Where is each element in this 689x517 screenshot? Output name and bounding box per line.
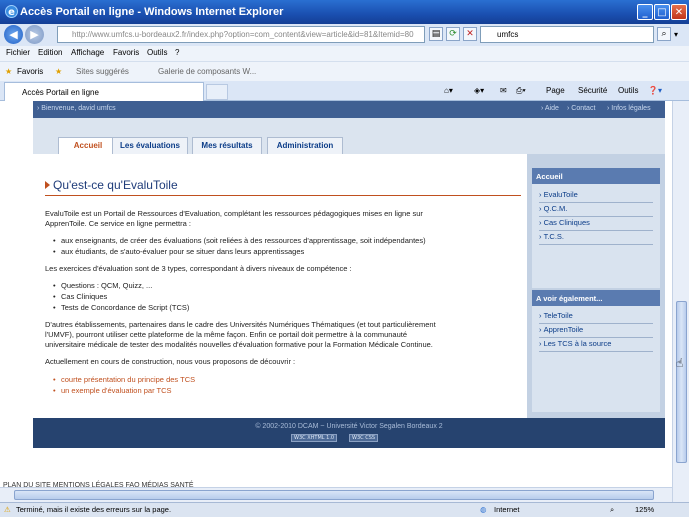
intro-line-1: EvaluToile est un Portail de Ressources …	[45, 209, 423, 218]
site-footer: © 2002-2010 DCAM ~ Université Victor Seg…	[33, 418, 665, 448]
refresh-button[interactable]: ⟳	[446, 27, 460, 41]
tab-resultats[interactable]: Mes résultats	[192, 137, 262, 154]
main-content: Qu'est-ce qu'EvaluToile EvaluToile est u…	[33, 154, 527, 418]
menu-affichage[interactable]: Affichage	[71, 48, 104, 57]
window-titlebar: e Accès Portail en ligne - Windows Inter…	[0, 0, 689, 24]
heading-divider	[45, 195, 521, 196]
maximize-button[interactable]: □	[654, 4, 670, 20]
browser-tab[interactable]: Accès Portail en ligne	[4, 82, 204, 101]
intro-item-1: aux enseignants, de créer des évaluation…	[53, 236, 426, 245]
print-icon[interactable]: ⎙▾	[516, 86, 526, 96]
intro-line-2: ApprenToile. Ce service en ligne permett…	[45, 219, 191, 228]
page-title: Qu'est-ce qu'EvaluToile	[53, 178, 178, 192]
horizontal-scroll-thumb[interactable]	[14, 490, 654, 500]
construction-text: Actuellement en cours de construction, n…	[45, 357, 296, 366]
warning-icon[interactable]: ⚠	[4, 505, 11, 514]
horizontal-scrollbar[interactable]	[0, 487, 672, 502]
zoom-icon: ⌕	[610, 505, 615, 514]
status-message: Terminé, mais il existe des erreurs sur …	[16, 505, 172, 514]
tab-accueil[interactable]: Accueil	[58, 137, 118, 154]
type-item-2: Cas Cliniques	[53, 292, 107, 301]
vertical-scrollbar[interactable]	[672, 101, 689, 502]
mouse-cursor-icon: ☝	[676, 356, 684, 370]
tcs-example-link[interactable]: un exemple d'évaluation par TCS	[53, 386, 171, 395]
internet-zone-icon: ◍	[480, 505, 487, 514]
help-icon[interactable]: ❓▾	[648, 86, 662, 95]
sidebar-item-evalutoile[interactable]: EvaluToile	[539, 190, 653, 203]
sidebar-item-tcs-source[interactable]: Les TCS à la source	[539, 339, 653, 352]
stop-button[interactable]: ✕	[463, 27, 477, 41]
tab-administration[interactable]: Administration	[267, 137, 343, 154]
window-title: Accès Portail en ligne - Windows Interne…	[20, 6, 284, 18]
favorites-star-icon: ★	[5, 67, 13, 76]
sidebar-item-qcm[interactable]: Q.C.M.	[539, 204, 653, 217]
contact-link[interactable]: › Contact	[567, 105, 595, 112]
partners-line-2: l'UMVF), pourront utiliser cette platefo…	[45, 330, 408, 339]
security-menu[interactable]: Sécurité	[578, 86, 607, 95]
menu-outils[interactable]: Outils	[147, 48, 167, 57]
search-input[interactable]: umfcs	[480, 26, 654, 43]
welcome-text: › Bienvenue, david umfcs	[37, 105, 116, 112]
status-bar: ⚠ Terminé, mais il existe des erreurs su…	[0, 502, 689, 517]
page-viewport: › Bienvenue, david umfcs › Aide › Contac…	[0, 101, 672, 502]
minimize-button[interactable]: _	[637, 4, 653, 20]
sidebar-item-tcs[interactable]: T.C.S.	[539, 232, 653, 245]
zoom-level[interactable]: 125%	[635, 505, 654, 514]
tab-evaluations[interactable]: Les évaluations	[112, 137, 188, 154]
tcs-presentation-link[interactable]: courte présentation du principe des TCS	[53, 375, 195, 384]
site-topbar: › Bienvenue, david umfcs › Aide › Contac…	[33, 101, 665, 118]
tab-bar: Accès Portail en ligne ⌂▾ ◈▾ ✉ ⎙▾ Page S…	[0, 81, 689, 101]
security-zone: Internet	[494, 505, 520, 514]
partners-line-1: D'autres établissements, partenaires dan…	[45, 320, 436, 329]
site-container: › Bienvenue, david umfcs › Aide › Contac…	[33, 101, 665, 448]
add-favorite-icon[interactable]: ★	[55, 67, 62, 76]
menu-favoris[interactable]: Favoris	[113, 48, 139, 57]
compat-view-button[interactable]: ▤	[429, 27, 443, 41]
web-slice-gallery-link[interactable]: Galerie de composants W...	[158, 67, 256, 76]
address-url: http://www.umfcs.u-bordeaux2.fr/index.ph…	[72, 30, 414, 39]
address-toolbar: ◀ ▶ http://www.umfcs.u-bordeaux2.fr/inde…	[0, 24, 689, 46]
sidebar-item-apprentoile[interactable]: ApprenToile	[539, 325, 653, 338]
home-icon[interactable]: ⌂▾	[444, 86, 453, 95]
tools-menu[interactable]: Outils	[618, 86, 638, 95]
sidebar-accueil-title: Accueil	[532, 168, 660, 184]
new-tab-button[interactable]	[206, 84, 228, 100]
browser-tab-label: Accès Portail en ligne	[22, 88, 99, 97]
w3c-css-badge[interactable]: W3C CSS	[349, 434, 379, 442]
heading-bullet-icon	[45, 181, 50, 189]
type-item-3: Tests de Concordance de Script (TCS)	[53, 303, 189, 312]
search-text: umfcs	[497, 30, 519, 39]
forward-button[interactable]: ▶	[25, 25, 44, 44]
sidebar-item-teletoile[interactable]: TeleToile	[539, 311, 653, 324]
help-link[interactable]: › Aide	[541, 105, 559, 112]
back-button[interactable]: ◀	[4, 25, 23, 44]
suggested-sites-link[interactable]: Sites suggérés	[76, 67, 129, 76]
vertical-scroll-thumb[interactable]	[676, 301, 687, 463]
search-icon[interactable]: ⌕	[657, 27, 671, 41]
favorites-button[interactable]: Favoris	[17, 67, 43, 76]
search-options-icon[interactable]: ▾	[674, 30, 678, 39]
site-tabs: Accueil Les évaluations Mes résultats Ad…	[33, 118, 665, 154]
feeds-icon[interactable]: ◈▾	[474, 86, 484, 95]
mail-icon[interactable]: ✉	[500, 86, 507, 95]
address-input[interactable]: http://www.umfcs.u-bordeaux2.fr/index.ph…	[57, 26, 425, 43]
favorites-bar: ★ Favoris ★ Sites suggérés Galerie de co…	[0, 61, 689, 81]
sidebar-item-cas-cliniques[interactable]: Cas Cliniques	[539, 218, 653, 231]
menu-bar: Fichier Edition Affichage Favoris Outils…	[0, 46, 689, 61]
copyright-text: © 2002-2010 DCAM ~ Université Victor Seg…	[255, 423, 443, 430]
close-button[interactable]: ✕	[671, 4, 687, 20]
w3c-xhtml-badge[interactable]: W3C XHTML 1.0	[291, 434, 338, 442]
page-menu[interactable]: Page	[546, 86, 565, 95]
legal-info-link[interactable]: › Infos légales	[607, 105, 651, 112]
sidebar-see-also-title: A voir également...	[532, 290, 660, 306]
partners-line-3: universitaire médicale de tester des mod…	[45, 340, 433, 349]
types-text: Les exercices d'évaluation sont de 3 typ…	[45, 264, 352, 273]
intro-item-2: aux étudiants, de s'auto-évaluer pour se…	[53, 247, 304, 256]
menu-edition[interactable]: Edition	[38, 48, 62, 57]
menu-fichier[interactable]: Fichier	[6, 48, 30, 57]
type-item-1: Questions : QCM, Quizz, ...	[53, 281, 152, 290]
sidebar: Accueil EvaluToile Q.C.M. Cas Cliniques …	[527, 154, 665, 418]
ie-logo-icon: e	[5, 5, 18, 18]
menu-help[interactable]: ?	[175, 48, 179, 57]
